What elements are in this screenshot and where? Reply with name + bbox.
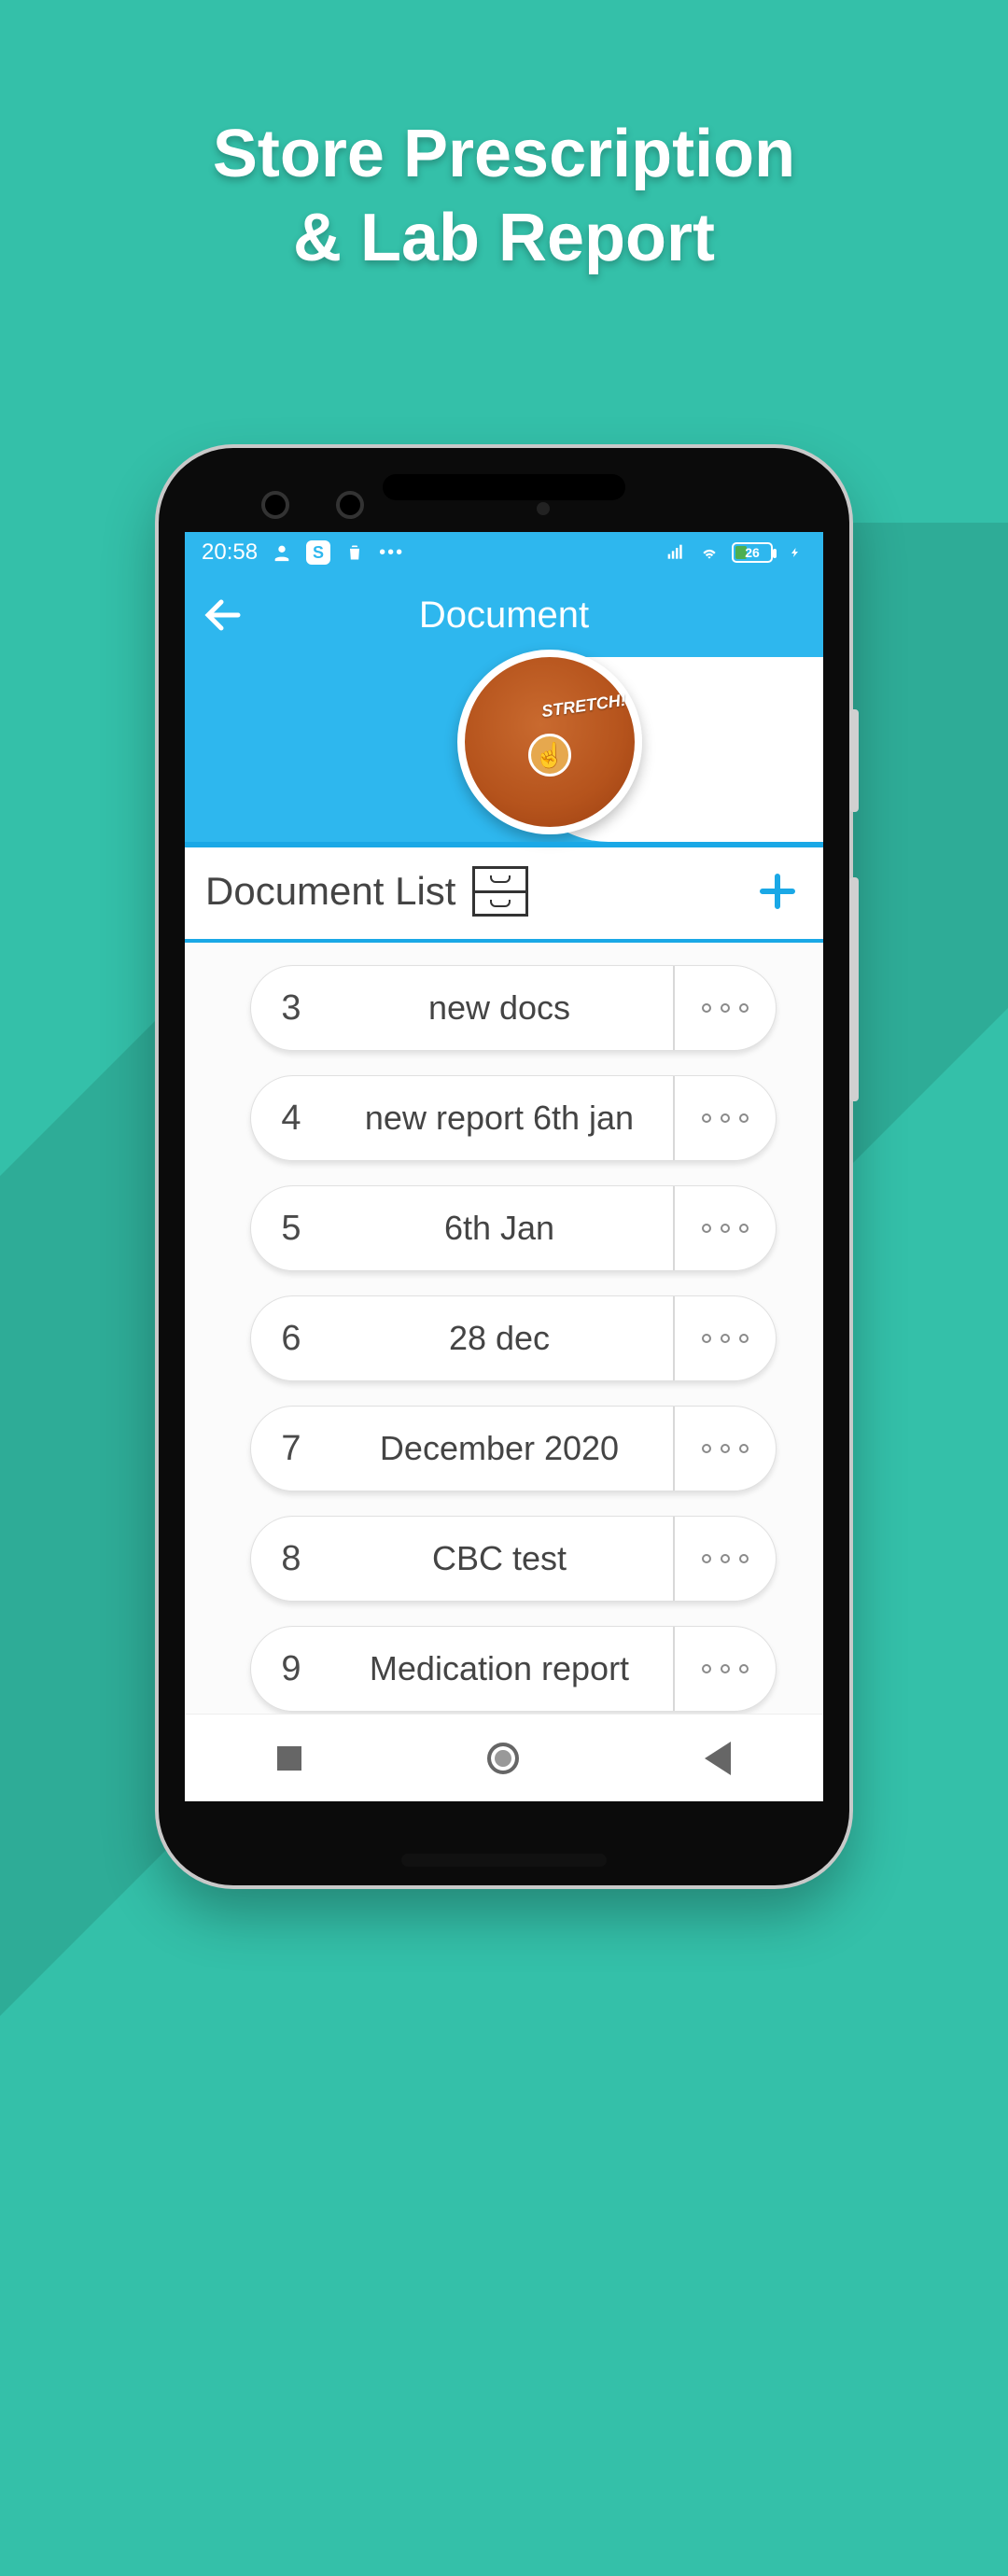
dot-icon (721, 1554, 730, 1563)
ad-panel[interactable]: STRETCH! ☝ (515, 657, 823, 842)
nav-home-button[interactable] (487, 1743, 519, 1774)
ad-label: STRETCH! (540, 691, 627, 721)
nav-back-button[interactable] (705, 1742, 731, 1775)
dot-icon (721, 1224, 730, 1233)
section-header: Document List (185, 844, 823, 943)
add-document-button[interactable] (752, 866, 803, 917)
document-more-button[interactable] (673, 966, 776, 1050)
header-hero: STRETCH! ☝ (185, 657, 823, 844)
dot-icon (721, 1334, 730, 1343)
dot-icon (721, 1003, 730, 1013)
document-row[interactable]: 56th Jan (250, 1185, 777, 1271)
phone-side-button (849, 709, 859, 812)
wifi-icon (698, 541, 721, 564)
document-index: 4 (251, 1099, 331, 1139)
document-row[interactable]: 4new report 6th jan (250, 1075, 777, 1161)
phone-camera (261, 491, 289, 519)
more-notifications-icon: ••• (379, 542, 404, 564)
document-name: 28 dec (331, 1319, 673, 1358)
dot-icon (739, 1444, 749, 1453)
nav-recent-button[interactable] (277, 1746, 301, 1771)
status-time: 20:58 (202, 539, 258, 566)
app-bar: Document (185, 573, 823, 657)
phone-sensor (537, 502, 550, 515)
skype-icon: S (306, 540, 330, 565)
document-index: 7 (251, 1429, 331, 1469)
phone-camera (336, 491, 364, 519)
document-row[interactable]: 3new docs (250, 965, 777, 1051)
document-more-button[interactable] (673, 1296, 776, 1380)
dot-icon (739, 1664, 749, 1673)
document-index: 9 (251, 1649, 331, 1689)
dot-icon (739, 1113, 749, 1123)
dot-icon (702, 1664, 711, 1673)
phone-speaker-notch (383, 474, 625, 500)
document-more-button[interactable] (673, 1186, 776, 1270)
document-index: 5 (251, 1209, 331, 1249)
battery-percent: 26 (745, 545, 760, 560)
dot-icon (702, 1003, 711, 1013)
status-bar-left: 20:58 S ••• (202, 539, 404, 566)
cabinet-icon (472, 866, 528, 917)
marketing-headline: Store Prescription & Lab Report (0, 112, 1008, 280)
document-index: 3 (251, 988, 331, 1029)
phone-screen: 20:58 S ••• 26 (185, 532, 823, 1801)
document-index: 8 (251, 1539, 331, 1579)
charging-icon (784, 541, 806, 564)
trash-icon (343, 541, 366, 564)
section-title: Document List (205, 869, 455, 914)
document-name: December 2020 (331, 1429, 673, 1468)
battery-indicator: 26 (732, 542, 773, 563)
dot-icon (721, 1664, 730, 1673)
ad-circle[interactable]: STRETCH! ☝ (457, 650, 642, 834)
dot-icon (739, 1334, 749, 1343)
document-more-button[interactable] (673, 1517, 776, 1601)
status-bar-right: 26 (665, 541, 806, 564)
document-index: 6 (251, 1319, 331, 1359)
dot-icon (721, 1113, 730, 1123)
document-row[interactable]: 9Medication report (250, 1626, 777, 1712)
dot-icon (739, 1003, 749, 1013)
page-title: Document (185, 595, 823, 637)
headline-line-1: Store Prescription (0, 112, 1008, 196)
phone-frame: 20:58 S ••• 26 (159, 448, 849, 1885)
document-more-button[interactable] (673, 1407, 776, 1491)
dot-icon (721, 1444, 730, 1453)
document-name: new docs (331, 988, 673, 1028)
profile-icon (271, 541, 293, 564)
document-name: new report 6th jan (331, 1099, 673, 1138)
cell-signal-icon (665, 541, 687, 564)
android-nav-bar (185, 1714, 823, 1801)
hero-divider (185, 842, 823, 847)
document-more-button[interactable] (673, 1076, 776, 1160)
document-row[interactable]: 7December 2020 (250, 1406, 777, 1491)
document-list[interactable]: 3new docs 4new report 6th jan 56th Jan 628 … (185, 943, 823, 1714)
document-name: Medication report (331, 1649, 673, 1688)
document-more-button[interactable] (673, 1627, 776, 1711)
phone-side-button (849, 877, 859, 1101)
document-name: CBC test (331, 1539, 673, 1578)
document-row[interactable]: 628 dec (250, 1295, 777, 1381)
document-name: 6th Jan (331, 1209, 673, 1248)
tap-hand-icon: ☝ (528, 734, 571, 777)
dot-icon (702, 1444, 711, 1453)
dot-icon (739, 1554, 749, 1563)
dot-icon (702, 1334, 711, 1343)
dot-icon (702, 1224, 711, 1233)
dot-icon (702, 1554, 711, 1563)
headline-line-2: & Lab Report (0, 196, 1008, 280)
document-row[interactable]: 8CBC test (250, 1516, 777, 1602)
status-bar: 20:58 S ••• 26 (185, 532, 823, 573)
dot-icon (702, 1113, 711, 1123)
dot-icon (739, 1224, 749, 1233)
phone-chin-bar (401, 1854, 607, 1867)
